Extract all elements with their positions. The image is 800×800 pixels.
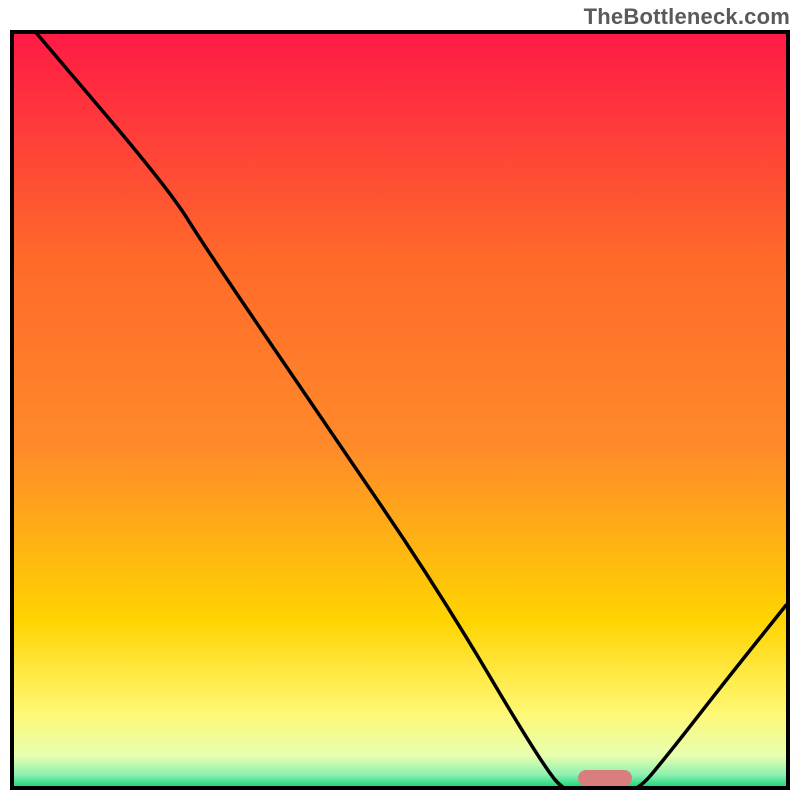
chart-plot-area	[10, 30, 790, 790]
watermark-label: TheBottleneck.com	[584, 4, 790, 30]
chart-gradient-background	[14, 34, 786, 786]
optimal-region-marker	[578, 770, 632, 786]
chart-frame: TheBottleneck.com	[0, 0, 800, 800]
